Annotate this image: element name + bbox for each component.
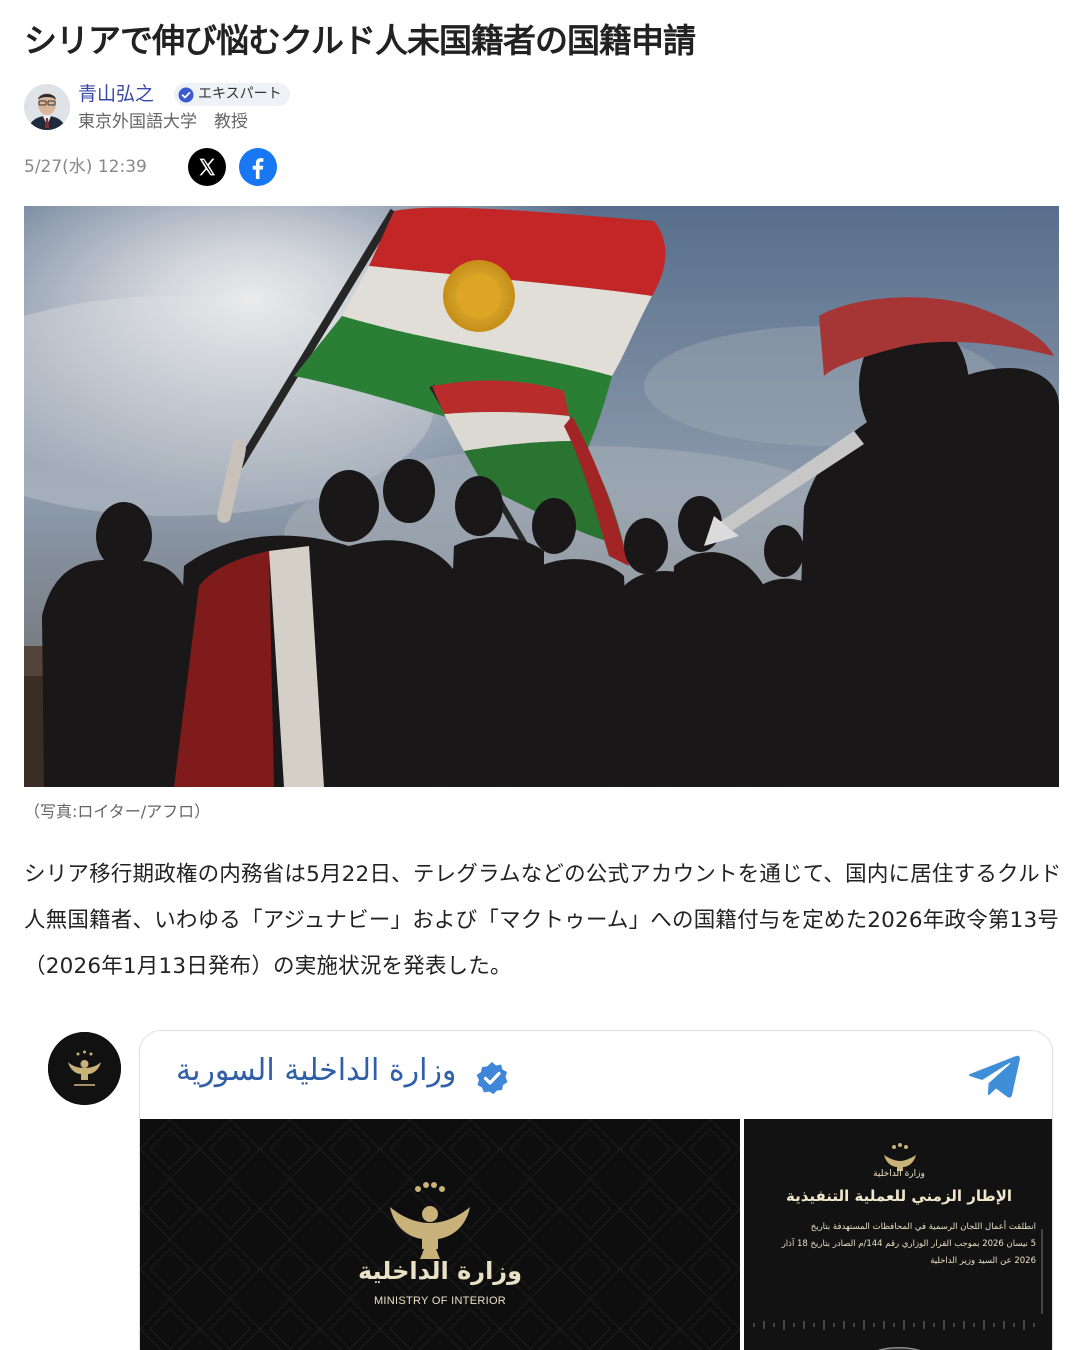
article-title: シリアで伸び悩むクルド人未国籍者の国籍申請 [24,21,696,60]
channel-avatar[interactable] [48,1032,121,1105]
embed-image-timeline-card[interactable]: وزارة الداخلية الإطار الزمني للعملية الت… [744,1119,1052,1350]
channel-name[interactable]: وزارة الداخلية السورية [176,1053,456,1088]
ministry-english-name: MINISTRY OF INTERIOR [373,1295,507,1307]
verified-badge-icon [475,1061,509,1095]
facebook-logo-icon [252,158,264,179]
author-avatar[interactable] [24,84,70,130]
embed-header: وزارة الداخلية السورية [140,1031,1052,1119]
author-block: 青山弘之 エキスパート 東京外国語大学 教授 [24,82,624,134]
telegram-embed-card[interactable]: وزارة الداخلية السورية وزارة الداخلية MI… [139,1030,1053,1350]
author-name-link[interactable]: 青山弘之 [78,82,154,106]
x-logo-icon [199,158,215,176]
timeline-headline: الإطار الزمني للعملية التنفيذية [785,1187,1013,1205]
telegram-icon[interactable] [966,1053,1022,1101]
embed-image-ministry-logo[interactable]: وزارة الداخلية MINISTRY OF INTERIOR [140,1119,740,1350]
badge-label: エキスパート [198,86,282,102]
verified-check-icon [178,87,194,103]
article-body-paragraph: シリア移行期政権の内務省は5月22日、テレグラムなどの公式アカウントを通じて、国… [24,862,1062,979]
article-photo [24,206,1059,787]
timeline-line-3: 2026 عن السيد وزير الداخلية [930,1256,1036,1266]
publish-date: 5/27(水) 12:39 [24,157,147,177]
author-affiliation: 東京外国語大学 教授 [78,112,248,132]
expert-badge: エキスパート [174,83,290,106]
photo-caption: （写真:ロイター/アフロ） [24,802,211,821]
share-facebook-button[interactable] [239,148,277,186]
share-x-button[interactable] [188,148,226,186]
timeline-small-ministry-name: وزارة الداخلية [873,1169,925,1179]
timeline-line-2: 5 نيسان 2026 بموجب القرار الوزاري رقم 14… [781,1239,1036,1249]
dateline: 5/27(水) 12:39 [24,146,424,188]
timeline-line-1: انطلقت أعمال اللجان الرسمية في المحافظات… [810,1222,1036,1232]
ministry-arabic-name: وزارة الداخلية [357,1257,523,1285]
